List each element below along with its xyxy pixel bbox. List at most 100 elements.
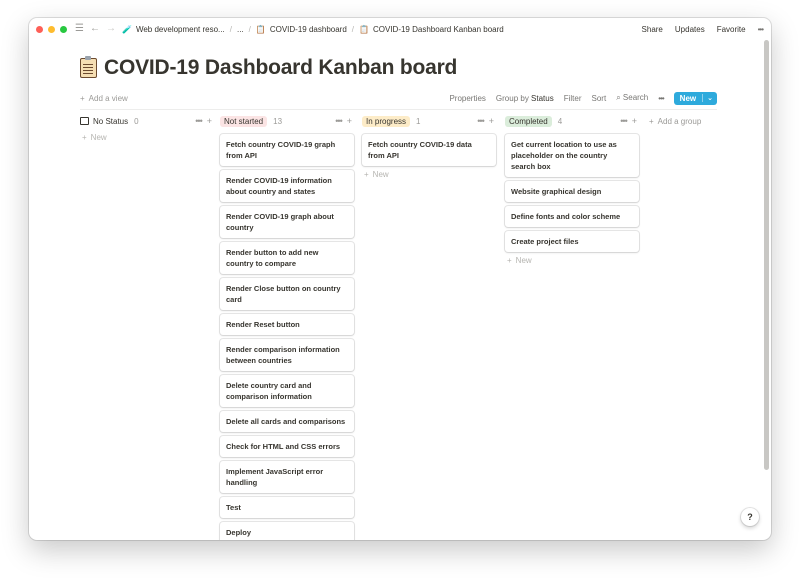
more-icon[interactable]: ••• — [195, 116, 203, 126]
card-list: Get current location to use as placehold… — [505, 134, 639, 252]
card-list: Fetch country COVID-19 graph from API Re… — [220, 134, 354, 540]
plus-icon: + — [649, 116, 654, 126]
column-actions: ••• + — [620, 116, 637, 126]
add-group-button[interactable]: + Add a group — [649, 113, 701, 129]
more-icon[interactable]: ••• — [335, 116, 343, 126]
kanban-card[interactable]: Get current location to use as placehold… — [505, 134, 639, 177]
breadcrumb: 🧪 Web development reso... / ... / 📋 COVI… — [121, 24, 504, 34]
column-actions: ••• + — [477, 116, 494, 126]
properties-button[interactable]: Properties — [449, 94, 485, 103]
inbox-icon — [80, 117, 89, 125]
plus-icon[interactable]: + — [207, 116, 212, 126]
column-header: Not started 13 ••• + — [220, 113, 354, 129]
column-title[interactable]: No Status — [93, 117, 128, 126]
kanban-card[interactable]: Test — [220, 497, 354, 518]
column-no-status: No Status 0 ••• + + New — [80, 113, 214, 142]
column-completed: Completed 4 ••• + Get current location t… — [505, 113, 639, 265]
more-icon[interactable]: ••• — [620, 116, 628, 126]
search-button[interactable]: ⌕ Search — [616, 93, 648, 103]
back-arrow-icon[interactable]: ← — [90, 24, 100, 34]
kanban-card[interactable]: Fetch country COVID-19 graph from API — [220, 134, 354, 166]
page-title-text[interactable]: COVID-19 Dashboard Kanban board — [104, 56, 457, 80]
plus-icon[interactable]: + — [347, 116, 352, 126]
column-not-started: Not started 13 ••• + Fetch country COVID… — [220, 113, 354, 540]
kanban-card[interactable]: Website graphical design — [505, 181, 639, 202]
new-card-label: New — [90, 133, 107, 142]
column-count: 0 — [134, 116, 139, 126]
kanban-card[interactable]: Render Close button on country card — [220, 278, 354, 310]
kanban-card[interactable]: Render Reset button — [220, 314, 354, 335]
view-more-button[interactable]: ••• — [658, 94, 664, 103]
new-card-label: New — [515, 256, 532, 265]
plus-icon[interactable]: + — [632, 116, 637, 126]
kanban-card[interactable]: Create project files — [505, 231, 639, 252]
group-by-button[interactable]: Group by Status — [496, 94, 554, 103]
column-new-button[interactable]: + New — [505, 256, 639, 265]
add-view-label: Add a view — [88, 93, 128, 103]
plus-icon[interactable]: + — [489, 116, 494, 126]
breadcrumb-item-kanban[interactable]: COVID-19 Dashboard Kanban board — [373, 25, 504, 34]
breadcrumb-item-dashboard[interactable]: COVID-19 dashboard — [270, 25, 347, 34]
kanban-card[interactable]: Delete country card and comparison infor… — [220, 375, 354, 407]
forward-arrow-icon[interactable]: → — [106, 24, 116, 34]
help-button[interactable]: ? — [741, 508, 759, 526]
status-badge[interactable]: Not started — [220, 115, 268, 127]
page-icon: 📋 — [255, 24, 266, 34]
column-count: 1 — [416, 116, 421, 126]
add-group-label: Add a group — [657, 116, 702, 126]
kanban-card[interactable]: Render comparison information between co… — [220, 339, 354, 371]
group-by-value: Status — [531, 93, 554, 103]
column-in-progress: In progress 1 ••• + Fetch country COVID-… — [362, 113, 496, 179]
toolbar-divider — [80, 109, 717, 110]
column-header: Completed 4 ••• + — [505, 113, 639, 129]
column-new-button[interactable]: + New — [362, 170, 496, 179]
breadcrumb-item-ellipsis[interactable]: ... — [237, 25, 244, 34]
favorite-button[interactable]: Favorite — [717, 25, 746, 34]
search-icon: ⌕ — [616, 93, 621, 102]
flask-icon: 🧪 — [121, 24, 132, 34]
plus-icon: + — [80, 93, 85, 103]
group-by-label: Group by — [495, 93, 529, 103]
clipboard-icon[interactable] — [80, 56, 97, 78]
column-count: 4 — [557, 116, 563, 126]
sidebar-menu-icon[interactable]: ☰ — [75, 24, 84, 34]
sort-button[interactable]: Sort — [592, 94, 607, 103]
column-new-button[interactable]: + New — [80, 133, 214, 142]
plus-icon: + — [507, 256, 512, 265]
plus-icon: + — [364, 170, 369, 179]
kanban-card[interactable]: Render button to add new country to comp… — [220, 242, 354, 274]
status-badge[interactable]: In progress — [362, 115, 411, 127]
kanban-card[interactable]: Render COVID-19 graph about country — [220, 206, 354, 238]
kanban-card[interactable]: Render COVID-19 information about countr… — [220, 170, 354, 202]
column-count: 13 — [273, 116, 283, 126]
close-window-button[interactable] — [36, 25, 43, 33]
more-menu-button[interactable]: ••• — [758, 25, 764, 34]
maximize-window-button[interactable] — [60, 25, 67, 33]
card-list: Fetch country COVID-19 data from API — [362, 134, 496, 166]
kanban-card[interactable]: Delete all cards and comparisons — [220, 411, 354, 432]
kanban-card[interactable]: Check for HTML and CSS errors — [220, 436, 354, 457]
updates-button[interactable]: Updates — [675, 25, 705, 34]
window-controls — [36, 25, 67, 33]
app-window: ☰ ← → 🧪 Web development reso... / ... / … — [29, 18, 771, 540]
column-actions: ••• + — [335, 116, 352, 126]
status-badge[interactable]: Completed — [505, 115, 552, 127]
page-title: COVID-19 Dashboard Kanban board — [80, 56, 457, 80]
share-button[interactable]: Share — [642, 25, 663, 34]
top-actions: Share Updates Favorite ••• — [642, 25, 765, 34]
kanban-card[interactable]: Define fonts and color scheme — [505, 206, 639, 227]
kanban-card[interactable]: Fetch country COVID-19 data from API — [362, 134, 496, 166]
add-view-button[interactable]: + Add a view — [80, 94, 128, 103]
search-label: Search — [622, 93, 649, 102]
minimize-window-button[interactable] — [48, 25, 55, 33]
new-card-label: New — [372, 170, 389, 179]
chevron-down-icon[interactable]: ⌄ — [702, 94, 717, 102]
new-button[interactable]: New ⌄ — [673, 91, 717, 105]
column-header: No Status 0 ••• + — [80, 113, 214, 129]
breadcrumb-item-workspace[interactable]: Web development reso... — [136, 25, 225, 34]
filter-button[interactable]: Filter — [564, 94, 582, 103]
more-icon[interactable]: ••• — [477, 116, 485, 126]
view-controls: Properties Group by Status Filter Sort ⌕… — [449, 91, 717, 105]
kanban-card[interactable]: Implement JavaScript error handling — [220, 461, 354, 493]
kanban-card[interactable]: Deploy — [220, 522, 354, 540]
